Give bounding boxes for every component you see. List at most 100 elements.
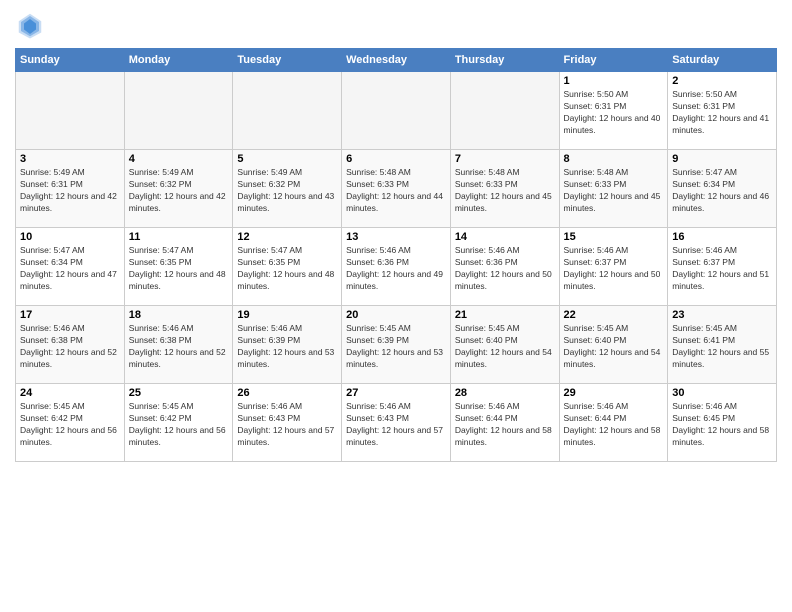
week-row-3: 10 Sunrise: 5:47 AMSunset: 6:34 PMDayligh…: [16, 228, 777, 306]
day-number: 10: [20, 231, 120, 243]
day-info: Sunrise: 5:49 AMSunset: 6:32 PMDaylight:…: [129, 167, 229, 215]
calendar-cell: 13 Sunrise: 5:46 AMSunset: 6:36 PMDayligh…: [342, 228, 451, 306]
day-number: 2: [672, 75, 772, 87]
day-number: 7: [455, 153, 555, 165]
calendar-cell: 7 Sunrise: 5:48 AMSunset: 6:33 PMDaylight…: [450, 150, 559, 228]
day-number: 3: [20, 153, 120, 165]
calendar-cell: 9 Sunrise: 5:47 AMSunset: 6:34 PMDaylight…: [668, 150, 777, 228]
day-number: 28: [455, 387, 555, 399]
day-number: 9: [672, 153, 772, 165]
week-row-5: 24 Sunrise: 5:45 AMSunset: 6:42 PMDayligh…: [16, 384, 777, 462]
day-info: Sunrise: 5:50 AMSunset: 6:31 PMDaylight:…: [564, 89, 664, 137]
day-info: Sunrise: 5:45 AMSunset: 6:40 PMDaylight:…: [564, 323, 664, 371]
calendar-cell: 8 Sunrise: 5:48 AMSunset: 6:33 PMDaylight…: [559, 150, 668, 228]
week-row-1: 1Sunrise: 5:50 AMSunset: 6:31 PMDaylight…: [16, 72, 777, 150]
day-header-sunday: Sunday: [16, 49, 125, 72]
day-info: Sunrise: 5:45 AMSunset: 6:42 PMDaylight:…: [20, 401, 120, 449]
day-number: 23: [672, 309, 772, 321]
day-number: 5: [237, 153, 337, 165]
day-info: Sunrise: 5:48 AMSunset: 6:33 PMDaylight:…: [564, 167, 664, 215]
calendar-cell: 28Sunrise: 5:46 AMSunset: 6:44 PMDayligh…: [450, 384, 559, 462]
day-info: Sunrise: 5:46 AMSunset: 6:37 PMDaylight:…: [672, 245, 772, 293]
day-number: 17: [20, 309, 120, 321]
logo-icon: [15, 10, 45, 40]
calendar-cell: 24 Sunrise: 5:45 AMSunset: 6:42 PMDayligh…: [16, 384, 125, 462]
calendar-cell: 26 Sunrise: 5:46 AMSunset: 6:43 PMDayligh…: [233, 384, 342, 462]
calendar-cell: 20 Sunrise: 5:45 AMSunset: 6:39 PMDayligh…: [342, 306, 451, 384]
calendar-cell: 22 Sunrise: 5:45 AMSunset: 6:40 PMDayligh…: [559, 306, 668, 384]
calendar-cell: 6Sunrise: 5:48 AMSunset: 6:33 PMDaylight…: [342, 150, 451, 228]
day-info: Sunrise: 5:48 AMSunset: 6:33 PMDaylight:…: [455, 167, 555, 215]
day-number: 13: [346, 231, 446, 243]
day-number: 11: [129, 231, 229, 243]
day-header-saturday: Saturday: [668, 49, 777, 72]
calendar-cell: 10 Sunrise: 5:47 AMSunset: 6:34 PMDayligh…: [16, 228, 125, 306]
day-info: Sunrise: 5:46 AMSunset: 6:43 PMDaylight:…: [346, 401, 446, 449]
day-number: 14: [455, 231, 555, 243]
calendar-cell: 5Sunrise: 5:49 AMSunset: 6:32 PMDaylight…: [233, 150, 342, 228]
calendar-cell: 19 Sunrise: 5:46 AMSunset: 6:39 PMDayligh…: [233, 306, 342, 384]
day-number: 21: [455, 309, 555, 321]
calendar-cell: [450, 72, 559, 150]
calendar-cell: 15 Sunrise: 5:46 AMSunset: 6:37 PMDayligh…: [559, 228, 668, 306]
calendar-cell: 29Sunrise: 5:46 AMSunset: 6:44 PMDayligh…: [559, 384, 668, 462]
day-info: Sunrise: 5:47 AMSunset: 6:35 PMDaylight:…: [237, 245, 337, 293]
day-info: Sunrise: 5:46 AMSunset: 6:36 PMDaylight:…: [346, 245, 446, 293]
header-row: SundayMondayTuesdayWednesdayThursdayFrid…: [16, 49, 777, 72]
day-info: Sunrise: 5:45 AMSunset: 6:41 PMDaylight:…: [672, 323, 772, 371]
day-header-friday: Friday: [559, 49, 668, 72]
day-info: Sunrise: 5:50 AMSunset: 6:31 PMDaylight:…: [672, 89, 772, 137]
calendar-cell: 25Sunrise: 5:45 AMSunset: 6:42 PMDayligh…: [124, 384, 233, 462]
calendar-cell: [124, 72, 233, 150]
calendar-cell: 18 Sunrise: 5:46 AMSunset: 6:38 PMDayligh…: [124, 306, 233, 384]
page-container: SundayMondayTuesdayWednesdayThursdayFrid…: [0, 0, 792, 472]
calendar: SundayMondayTuesdayWednesdayThursdayFrid…: [15, 48, 777, 462]
week-row-2: 3 Sunrise: 5:49 AMSunset: 6:31 PMDaylight…: [16, 150, 777, 228]
day-info: Sunrise: 5:47 AMSunset: 6:35 PMDaylight:…: [129, 245, 229, 293]
calendar-cell: 2 Sunrise: 5:50 AMSunset: 6:31 PMDaylight…: [668, 72, 777, 150]
day-number: 26: [237, 387, 337, 399]
day-info: Sunrise: 5:45 AMSunset: 6:39 PMDaylight:…: [346, 323, 446, 371]
calendar-cell: 12 Sunrise: 5:47 AMSunset: 6:35 PMDayligh…: [233, 228, 342, 306]
calendar-cell: 30 Sunrise: 5:46 AMSunset: 6:45 PMDayligh…: [668, 384, 777, 462]
calendar-cell: 27 Sunrise: 5:46 AMSunset: 6:43 PMDayligh…: [342, 384, 451, 462]
day-info: Sunrise: 5:46 AMSunset: 6:43 PMDaylight:…: [237, 401, 337, 449]
day-header-wednesday: Wednesday: [342, 49, 451, 72]
day-number: 12: [237, 231, 337, 243]
day-info: Sunrise: 5:46 AMSunset: 6:38 PMDaylight:…: [129, 323, 229, 371]
calendar-cell: 14 Sunrise: 5:46 AMSunset: 6:36 PMDayligh…: [450, 228, 559, 306]
week-row-4: 17 Sunrise: 5:46 AMSunset: 6:38 PMDayligh…: [16, 306, 777, 384]
day-info: Sunrise: 5:46 AMSunset: 6:44 PMDaylight:…: [564, 401, 664, 449]
calendar-cell: 1Sunrise: 5:50 AMSunset: 6:31 PMDaylight…: [559, 72, 668, 150]
calendar-header: SundayMondayTuesdayWednesdayThursdayFrid…: [16, 49, 777, 72]
day-number: 20: [346, 309, 446, 321]
day-number: 27: [346, 387, 446, 399]
day-number: 15: [564, 231, 664, 243]
calendar-cell: 4 Sunrise: 5:49 AMSunset: 6:32 PMDaylight…: [124, 150, 233, 228]
day-number: 18: [129, 309, 229, 321]
day-info: Sunrise: 5:47 AMSunset: 6:34 PMDaylight:…: [672, 167, 772, 215]
day-number: 4: [129, 153, 229, 165]
logo: [15, 10, 49, 40]
day-number: 24: [20, 387, 120, 399]
day-number: 30: [672, 387, 772, 399]
calendar-cell: 23 Sunrise: 5:45 AMSunset: 6:41 PMDayligh…: [668, 306, 777, 384]
day-info: Sunrise: 5:46 AMSunset: 6:45 PMDaylight:…: [672, 401, 772, 449]
day-info: Sunrise: 5:47 AMSunset: 6:34 PMDaylight:…: [20, 245, 120, 293]
calendar-cell: 21Sunrise: 5:45 AMSunset: 6:40 PMDayligh…: [450, 306, 559, 384]
calendar-cell: 3 Sunrise: 5:49 AMSunset: 6:31 PMDaylight…: [16, 150, 125, 228]
day-number: 22: [564, 309, 664, 321]
day-number: 19: [237, 309, 337, 321]
day-info: Sunrise: 5:46 AMSunset: 6:36 PMDaylight:…: [455, 245, 555, 293]
day-header-tuesday: Tuesday: [233, 49, 342, 72]
day-info: Sunrise: 5:46 AMSunset: 6:39 PMDaylight:…: [237, 323, 337, 371]
day-number: 16: [672, 231, 772, 243]
day-info: Sunrise: 5:45 AMSunset: 6:42 PMDaylight:…: [129, 401, 229, 449]
day-header-monday: Monday: [124, 49, 233, 72]
day-number: 8: [564, 153, 664, 165]
day-info: Sunrise: 5:49 AMSunset: 6:31 PMDaylight:…: [20, 167, 120, 215]
calendar-body: 1Sunrise: 5:50 AMSunset: 6:31 PMDaylight…: [16, 72, 777, 462]
calendar-cell: 11 Sunrise: 5:47 AMSunset: 6:35 PMDayligh…: [124, 228, 233, 306]
day-info: Sunrise: 5:46 AMSunset: 6:37 PMDaylight:…: [564, 245, 664, 293]
calendar-cell: [16, 72, 125, 150]
